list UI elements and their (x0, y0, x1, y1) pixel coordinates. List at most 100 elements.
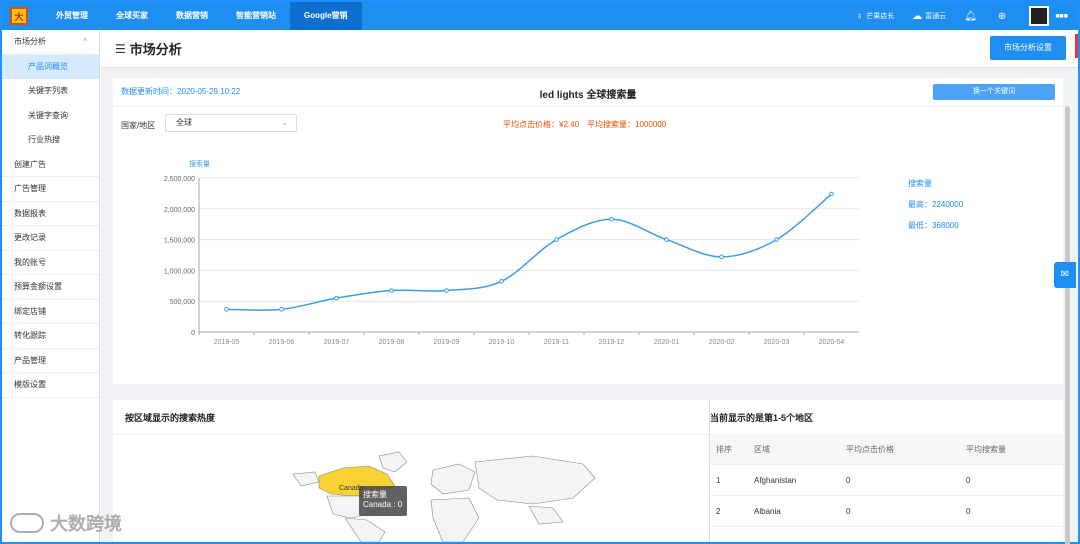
map-region-alaska[interactable] (292, 471, 320, 487)
x-tick-label: 2019-08 (379, 339, 405, 346)
chevron-up-icon: ^ (83, 37, 87, 46)
top-right-tools: ♁ 芒果店长 ☁ 富通云 🔔︎ ⊕ ■■■ (838, 2, 1068, 30)
x-tick-label: 2019-12 (599, 339, 625, 346)
watermark: 大数跨境 (10, 510, 122, 536)
bell-icon: 🔔︎ (964, 10, 977, 22)
globe-icon: ⊕ (997, 10, 1007, 22)
x-tick-label: 2019-05 (214, 339, 240, 346)
top-bar: 大 外贸管理 全球买家 数据营销 智能营销站 Google营销 ♁ 芒果店长 ☁ 富… (2, 2, 1078, 30)
sidebar-item-product-overview[interactable]: 产品词概览 (2, 54, 99, 79)
region-heat-card: 按区域显示的搜索热度 Canada 搜索量 Canada : 0 (113, 400, 709, 542)
avatar[interactable] (1029, 6, 1050, 26)
bell-button[interactable]: 🔔︎ (964, 11, 980, 22)
sidebar-item-budget[interactable]: 预算金额设置 (2, 275, 99, 300)
divider (113, 434, 709, 435)
world-map[interactable]: Canada (283, 448, 613, 542)
sidebar-item-templates[interactable]: 模版设置 (2, 373, 99, 398)
sidebar-item-reports[interactable]: 数据报表 (2, 202, 99, 226)
sidebar-item-bind-store[interactable]: 绑定店铺 (2, 300, 99, 324)
nav-item-google[interactable]: Google营销 (290, 2, 362, 30)
region-select[interactable]: 全球 ⌄ (165, 114, 297, 132)
swap-keyword-button[interactable]: 换一个关键词 (933, 84, 1055, 100)
cell-avg-volume: 0 (966, 506, 971, 516)
cell-avg-volume: 0 (966, 475, 971, 485)
region-label: 国家/地区 (121, 121, 156, 130)
futong-link[interactable]: ☁ 富通云 (912, 11, 946, 22)
table-row[interactable]: 2 Albania 0 0 (710, 496, 1064, 527)
search-volume-chart: 搜索量 0 500,000 1,000,000 1,500,000 2,000,000 2,… (164, 159, 859, 346)
x-tick-label: 2020-02 (709, 339, 735, 346)
sidebar-item-keyword-list[interactable]: 关键字列表 (2, 79, 99, 104)
vertical-scrollbar[interactable] (1065, 106, 1070, 544)
sidebar: 市场分析 ^ 产品词概览 关键字列表 关键字查询 行业热搜 创建广告 广告管理 数… (2, 30, 100, 542)
market-settings-button[interactable]: 市场分析设置 (990, 36, 1066, 60)
mango-link[interactable]: ♁ 芒果店长 (856, 11, 895, 22)
x-tick-label: 2019-11 (544, 339, 569, 346)
app-logo[interactable]: 大 (10, 7, 28, 25)
x-tick-label: 2020-03 (764, 339, 790, 346)
cell-region: Afghanistan (754, 475, 797, 485)
username[interactable]: ■■■ (1055, 13, 1068, 20)
nav-item-data-marketing[interactable]: 数据营销 (162, 2, 222, 30)
data-point (554, 237, 559, 242)
sidebar-item-products[interactable]: 产品管理 (2, 349, 99, 373)
map-region-europe[interactable] (430, 463, 476, 495)
legend-min: 最低：368000 (908, 221, 959, 230)
y-tick-label: 1,500,000 (164, 238, 195, 245)
red-side-tab[interactable] (1075, 34, 1078, 58)
page-title: 市场分析 (129, 42, 182, 57)
sidebar-item-market-analysis[interactable]: 市场分析 ^ (2, 30, 99, 55)
nav-item-trade[interactable]: 外贸管理 (42, 2, 102, 30)
data-point (664, 237, 669, 242)
logo-text: 大 (14, 11, 24, 22)
map-region-africa[interactable] (430, 497, 480, 542)
data-point (499, 279, 504, 284)
col-header-avg-volume[interactable]: 平均搜索量 (966, 444, 1056, 455)
series-line (226, 193, 832, 311)
y-tick-label: 500,000 (170, 299, 195, 306)
mango-icon: ♁ (855, 10, 864, 22)
region-table-card: 当前显示的是第1-5个地区 排序 区域 平均点击价格 平均搜索量 1 Afgha… (709, 400, 1064, 542)
map-region-latam[interactable] (344, 517, 386, 542)
top-nav: 外贸管理 全球买家 数据营销 智能营销站 Google营销 (42, 2, 362, 30)
cell-region: Albania (754, 506, 781, 516)
sidebar-item-conversion[interactable]: 转化跟踪 (2, 324, 99, 349)
data-point (444, 288, 449, 293)
x-tick-label: 2020-04 (819, 339, 845, 346)
sidebar-item-change-log[interactable]: 更改记录 (2, 226, 99, 251)
region-heat-title: 按区域显示的搜索热度 (125, 413, 216, 423)
nav-item-buyers[interactable]: 全球买家 (102, 2, 162, 30)
col-header-rank[interactable]: 排序 (710, 444, 754, 455)
col-header-region[interactable]: 区域 (754, 444, 846, 455)
chat-button[interactable]: ✉ (1054, 262, 1076, 288)
data-point (279, 307, 284, 312)
table-row[interactable]: 1 Afghanistan 0 0 (710, 465, 1064, 496)
page-header: ☰ 市场分析 (101, 30, 1078, 68)
region-select-value: 全球 (176, 118, 192, 127)
tooltip-title: 搜索量 (363, 490, 387, 499)
map-region-se-asia[interactable] (528, 505, 564, 525)
nav-item-smart-site[interactable]: 智能营销站 (222, 2, 290, 30)
x-tick-label: 2019-06 (269, 339, 295, 346)
search-volume-card: 数据更新时间：2020-05-29 10:22 led lights 全球搜索量… (113, 78, 1063, 384)
data-point (829, 191, 834, 197)
lang-button[interactable]: ⊕ (998, 11, 1009, 22)
map-region-asia[interactable] (474, 455, 596, 505)
sidebar-item-create-ad[interactable]: 创建广告 (2, 153, 99, 177)
map-tooltip: 搜索量 Canada : 0 (359, 486, 407, 516)
cell-rank: 1 (716, 475, 721, 485)
sidebar-item-industry-hot[interactable]: 行业热搜 (2, 128, 99, 153)
sidebar-item-label: 市场分析 (14, 37, 46, 46)
sidebar-item-my-account[interactable]: 我的账号 (2, 251, 99, 275)
main-area: ☰ 市场分析 市场分析设置 数据更新时间：2020-05-29 10:22 le… (101, 30, 1078, 544)
divider (113, 106, 1063, 107)
sidebar-item-keyword-query[interactable]: 关键字查询 (2, 104, 99, 129)
data-point (774, 237, 779, 242)
x-tick-label: 2019-10 (489, 339, 515, 346)
col-header-avg-price[interactable]: 平均点击价格 (846, 444, 966, 455)
sidebar-item-ad-manage[interactable]: 广告管理 (2, 177, 99, 202)
y-tick-label: 0 (191, 330, 195, 337)
map-region-greenland[interactable] (378, 451, 408, 473)
watermark-text: 大数跨境 (50, 514, 122, 534)
cell-rank: 2 (716, 506, 721, 516)
